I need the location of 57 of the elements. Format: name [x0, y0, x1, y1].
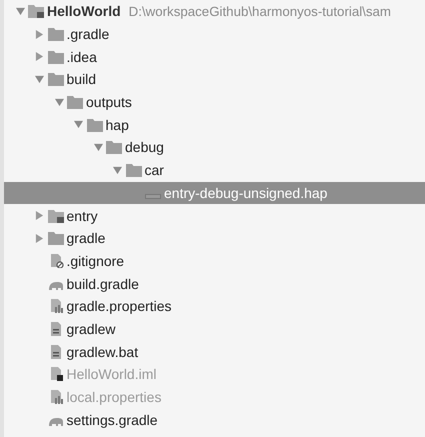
file-name: debug [125, 139, 164, 156]
file-name: hap [106, 116, 129, 133]
expanded-arrow-icon[interactable] [54, 98, 64, 107]
folder-icon [48, 27, 64, 42]
file-name: local.properties [66, 389, 162, 406]
tree-item[interactable]: gradle [4, 226, 425, 250]
expanded-arrow-icon[interactable] [94, 142, 102, 152]
file-name: build [66, 71, 96, 88]
tree-item[interactable]: gradle.properties [4, 294, 425, 318]
tree-item[interactable]: .gradle [4, 22, 425, 46]
collapsed-arrow-icon[interactable] [35, 234, 44, 243]
module-folder-icon [28, 4, 44, 18]
expanded-arrow-icon[interactable] [35, 74, 44, 84]
file-name: outputs [86, 94, 132, 110]
tree-item[interactable]: hap [4, 113, 425, 136]
expanded-arrow-icon[interactable] [113, 166, 122, 175]
file-name: .gitignore [66, 252, 124, 269]
tree-item[interactable]: gradlew.bat [4, 340, 425, 363]
expanded-arrow-icon[interactable] [74, 120, 83, 130]
folder-icon [126, 163, 142, 178]
module-folder-icon [48, 208, 64, 223]
tree-item[interactable]: gradlew [4, 318, 425, 340]
file-name: HelloWorld.iml [66, 366, 156, 382]
file-name: car [144, 162, 164, 178]
file-name: .gradle [66, 26, 110, 42]
tree-item[interactable]: settings.gradle [4, 408, 425, 432]
tree-item[interactable]: .gitignore [4, 250, 425, 272]
file-name: HelloWorld [47, 3, 121, 20]
file-name: gradlew.bat [66, 344, 138, 360]
tree-item[interactable]: car [4, 158, 425, 182]
file-name: .idea [66, 48, 97, 65]
folder-icon [106, 140, 122, 154]
file-name: gradlew [66, 320, 116, 337]
package-file-icon [145, 194, 161, 200]
folder-icon [48, 72, 64, 86]
project-path: D:\workspaceGithub\harmonyos-tutorial\sam [128, 4, 391, 19]
tree-item[interactable]: outputs [4, 90, 425, 114]
file-name: gradle.properties [66, 298, 172, 314]
file-name: build.gradle [66, 276, 139, 292]
tree-item[interactable]: debug [4, 136, 425, 159]
collapsed-arrow-icon[interactable] [35, 30, 44, 39]
tree-item[interactable]: build [4, 68, 425, 91]
folder-icon [48, 231, 64, 246]
folder-icon [67, 95, 83, 110]
tree-item[interactable]: .idea [4, 45, 425, 68]
collapsed-arrow-icon[interactable] [35, 211, 44, 220]
file-name: settings.gradle [66, 412, 158, 428]
file-name: entry-debug-unsigned.hap [164, 184, 328, 201]
folder-icon [48, 50, 64, 64]
folder-icon [86, 118, 102, 132]
tree-item[interactable]: build.gradle [4, 272, 425, 295]
tree-item[interactable]: HelloWorld D:\workspaceGithub\harmonyos-tutorial\sam [4, 0, 425, 23]
file-name: gradle [66, 230, 106, 246]
tree-item[interactable]: entry [4, 204, 425, 227]
collapsed-arrow-icon[interactable] [35, 52, 44, 62]
expanded-arrow-icon[interactable] [16, 6, 24, 16]
file-name: entry [66, 208, 98, 224]
